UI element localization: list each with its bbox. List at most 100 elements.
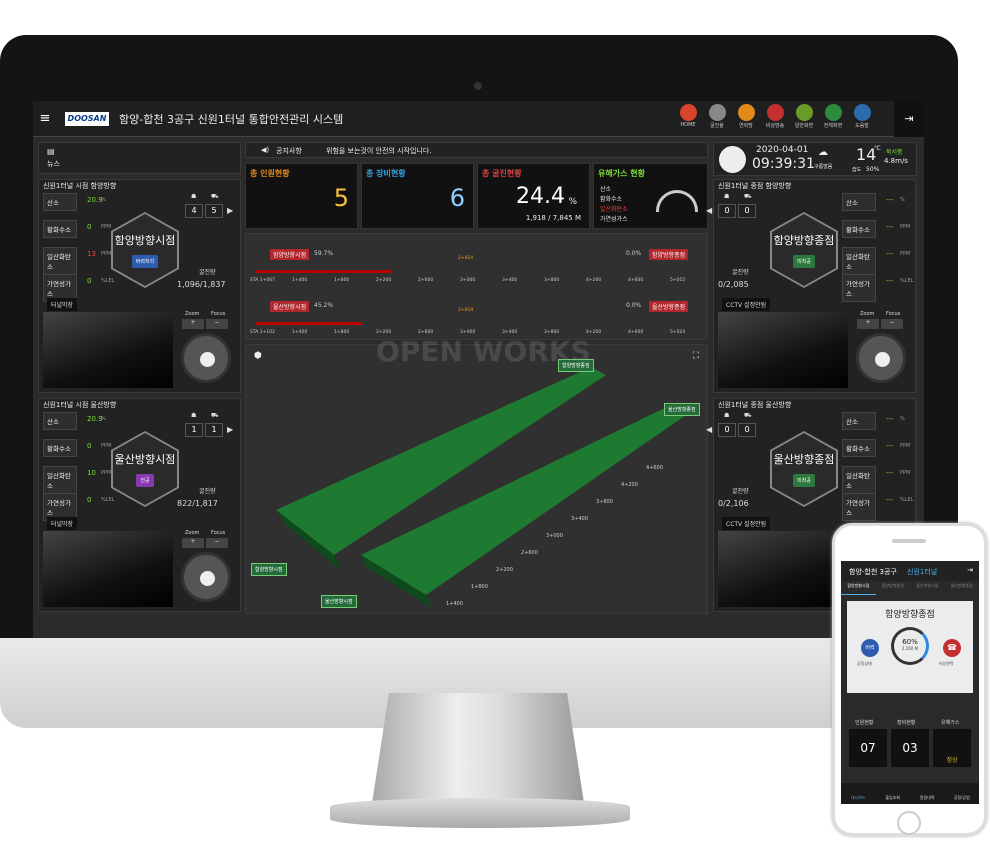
people-count: 4: [185, 204, 203, 218]
gas-unit: PPM: [900, 470, 911, 476]
dig-label: 굴진량: [732, 269, 749, 276]
gas-unit: %LEL: [900, 278, 914, 284]
arrow-icon[interactable]: ◀: [706, 425, 712, 434]
progress-tick: 3+800: [544, 278, 560, 283]
nav-mic[interactable]: 비상방송: [760, 104, 790, 129]
temp-unit: ℃: [874, 145, 881, 152]
equipment-count: 6: [449, 184, 465, 212]
cctv-feed[interactable]: [718, 312, 848, 388]
sta-label: 3+400: [571, 516, 588, 522]
zoom-label[interactable]: Zoom: [185, 311, 199, 317]
sta-label: 1+400: [446, 601, 463, 607]
zoom-plus-button[interactable]: +: [857, 319, 879, 329]
nav-home[interactable]: HOME: [673, 104, 703, 128]
progress-tick: 3+400: [502, 278, 518, 283]
nav-grid[interactable]: 일반화면: [789, 104, 819, 129]
phone-tab[interactable]: 함양방향종점: [876, 583, 911, 595]
phone-tabs: 함양방향시점 함양방향종점 울산방향시점 울산방향종점: [841, 583, 979, 595]
cctv-feed[interactable]: [43, 531, 173, 607]
phone-nav-item[interactable]: 알림내역: [910, 783, 945, 804]
menu-icon[interactable]: ≡: [35, 111, 55, 126]
ptz-joystick[interactable]: [856, 333, 906, 383]
site-name: 울산방향종점: [773, 453, 835, 466]
gas-value: ---: [886, 223, 894, 231]
gas-value: ---: [886, 496, 894, 504]
gas-value: ---: [886, 442, 894, 450]
people-icon: ☗: [191, 412, 197, 419]
focus-label[interactable]: Focus: [211, 311, 225, 317]
label-ulsan-end[interactable]: 울산방향종점: [664, 403, 700, 416]
zoom-label[interactable]: Zoom: [185, 530, 199, 536]
dig-value: 0/2,085: [718, 280, 749, 289]
progress-tick: 3+000: [460, 278, 476, 283]
arrow-icon[interactable]: ▶: [227, 206, 233, 215]
zoom-minus-button[interactable]: −: [206, 319, 228, 329]
focus-label[interactable]: Focus: [211, 530, 225, 536]
search-icon[interactable]: [875, 352, 890, 367]
phone-tab[interactable]: 울산방향종점: [945, 583, 980, 595]
phone-call-icon[interactable]: ☎: [943, 639, 961, 657]
site-panel: 신원1터널 종점 함양방향 산소 ---% 황화수소 --- PPM 일산화탄소 --- PPM…: [706, 179, 916, 393]
search-icon[interactable]: [200, 352, 215, 367]
nav-list[interactable]: 굴진율: [702, 104, 732, 129]
zoom-label[interactable]: Zoom: [860, 311, 874, 317]
speaker-icon: ◀): [261, 146, 270, 154]
zoom-plus-button[interactable]: +: [182, 538, 204, 548]
truck-icon: ⛟: [744, 193, 752, 200]
list-icon: [708, 104, 726, 121]
zoom-minus-button[interactable]: −: [206, 538, 228, 548]
hexagon-inner: 함양방향시점 버력처리: [113, 214, 177, 286]
dig-label: 굴진량: [199, 269, 216, 276]
phone-nav-item[interactable]: 출입조회: [876, 783, 911, 804]
search-icon[interactable]: [200, 571, 215, 586]
wind-speed: 4.8m/s: [884, 157, 908, 165]
gas-label: 일산화탄소: [43, 466, 77, 494]
dig-value: 0/2,106: [718, 499, 749, 508]
phone-screen: 함양-합천 3공구 신원1터널 ⇥ 함양방향시점 함양방향종점 울산방향시점 울산방향…: [841, 561, 979, 804]
nav-label: 도움말: [855, 123, 869, 129]
focus-label[interactable]: Focus: [886, 311, 900, 317]
mic-icon: [766, 104, 784, 121]
gas-label: 일산화탄소: [43, 247, 77, 275]
zoom-minus-button[interactable]: −: [881, 319, 903, 329]
tunnel-map[interactable]: ⬢ ⛶ OPEN WORKS 함양방향종점 울산방향종점 함양방향시점 울산방향…: [245, 335, 708, 614]
tunnel-svg: [276, 367, 686, 607]
phone-exit-icon[interactable]: ⇥: [967, 566, 973, 574]
gas-label: 가연성가스: [842, 493, 876, 521]
nav-help[interactable]: 도움말: [847, 104, 877, 129]
arrow-icon[interactable]: ▶: [227, 425, 233, 434]
panel-title: 신원1터널 종점 울산방향: [718, 401, 792, 409]
label-hamyang-end[interactable]: 함양방향종점: [558, 359, 594, 372]
gas-unit: %: [900, 197, 905, 203]
ptz-joystick[interactable]: [181, 333, 231, 383]
gas-value: 0: [87, 277, 92, 285]
phone-home-button[interactable]: [897, 811, 921, 835]
label-ulsan-start[interactable]: 울산방향시점: [321, 595, 357, 608]
cctv-feed[interactable]: [43, 312, 173, 388]
cctv-feed[interactable]: [718, 531, 848, 607]
label-hamyang-start[interactable]: 함양방향시점: [251, 563, 287, 576]
news-label: 뉴스: [47, 160, 60, 168]
phone-status-button[interactable]: 버력: [861, 639, 879, 657]
arrow-icon[interactable]: ◀: [706, 206, 712, 215]
gas-value: 0: [87, 496, 92, 504]
nav-label: 비상방송: [765, 123, 785, 129]
exit-icon[interactable]: ⇥: [894, 101, 924, 137]
nav-book[interactable]: 연락망: [731, 104, 761, 129]
progress-tick: STA 1+102: [250, 330, 275, 335]
people-icon: ☗: [724, 193, 730, 200]
zoom-plus-button[interactable]: +: [182, 319, 204, 329]
nav-fullscreen[interactable]: 전체화면: [818, 104, 848, 129]
phone-tab[interactable]: 함양방향시점: [841, 583, 876, 595]
camera-label: CCTV 설정안됨: [722, 298, 771, 311]
phone-nav-item[interactable]: 대시보드: [841, 783, 876, 804]
phone-nav-item[interactable]: 공정/공법: [945, 783, 980, 804]
phone-tab[interactable]: 울산방향시점: [910, 583, 945, 595]
news-panel[interactable]: ▤ 뉴스: [38, 142, 241, 174]
phone-speaker: [892, 539, 926, 543]
progress-tick: STA 1+067: [250, 278, 275, 283]
dig-label: 굴진량: [732, 488, 749, 495]
ptz-joystick[interactable]: [181, 552, 231, 602]
sta-label: 4+600: [646, 465, 663, 471]
people-icon: ☗: [724, 412, 730, 419]
